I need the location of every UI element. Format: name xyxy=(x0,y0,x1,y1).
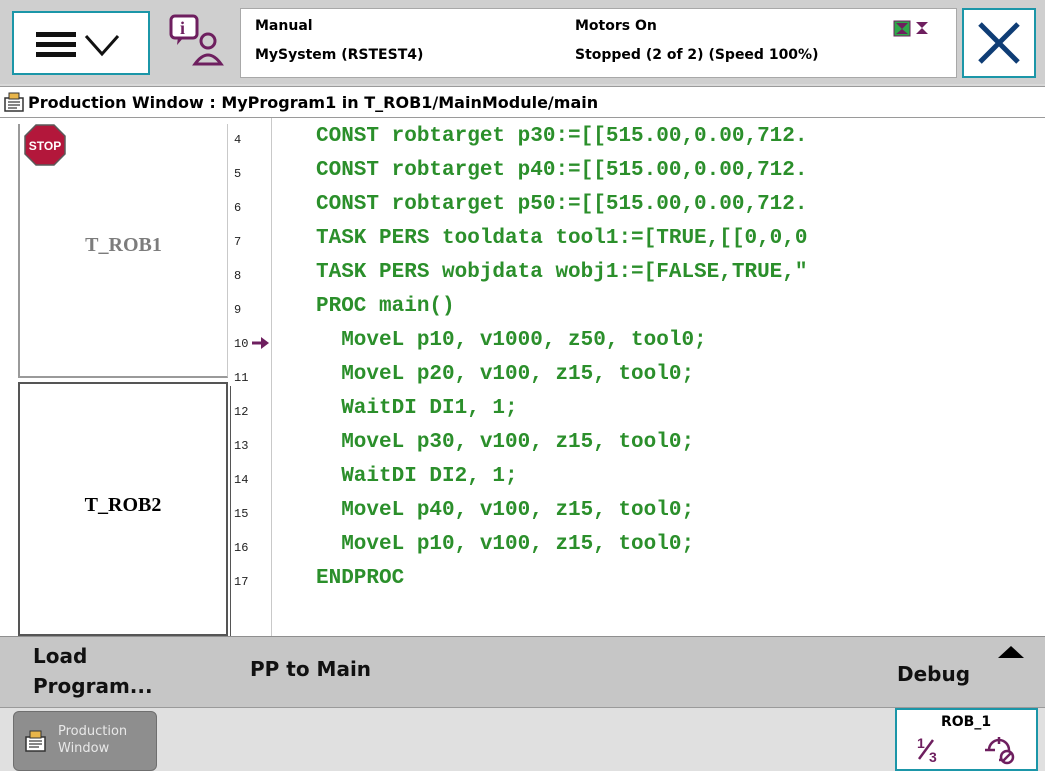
code-text: CONST robtarget p30:=[[515.00,0.00,712. xyxy=(316,125,808,148)
program-pointer-arrow-icon xyxy=(252,337,269,349)
taskbar-app-label-line: Production xyxy=(58,724,128,739)
taskbar-app-label-line: Window xyxy=(58,741,110,756)
code-editor[interactable]: 4 CONST robtarget p30:=[[515.00,0.00,712… xyxy=(230,118,1045,636)
load-program-button[interactable]: Load Program... xyxy=(33,641,183,701)
line-number: 4 xyxy=(234,133,242,147)
production-window-icon xyxy=(25,730,46,752)
code-text: ENDPROC xyxy=(316,567,405,590)
code-text: MoveL p20, v100, z15, tool0; xyxy=(316,363,695,386)
production-window-taskbar-button[interactable]: Production Window xyxy=(13,711,157,771)
code-line[interactable]: 15 MoveL p40, v100, z15, tool0; xyxy=(230,496,1045,530)
code-line[interactable]: 13 MoveL p30, v100, z15, tool0; xyxy=(230,428,1045,462)
stop-icon: STOP xyxy=(24,124,66,166)
code-text: MoveL p30, v100, z15, tool0; xyxy=(316,431,695,454)
line-number: 12 xyxy=(234,405,249,419)
task-label: T_ROB2 xyxy=(84,494,162,516)
chevron-down-icon xyxy=(84,35,120,57)
line-number: 7 xyxy=(234,235,242,249)
svg-text:3: 3 xyxy=(929,749,937,764)
line-number: 5 xyxy=(234,167,242,181)
taskbar-app-label: Production Window xyxy=(58,723,127,757)
system-name: MySystem (RSTEST4) xyxy=(255,47,424,63)
main-menu-button[interactable] xyxy=(12,11,150,75)
operating-mode: Manual xyxy=(255,18,313,34)
task-list: T_ROB1 T_ROB2 xyxy=(0,118,230,636)
window-title: Production Window : MyProgram1 in T_ROB1… xyxy=(28,93,599,112)
code-text: MoveL p10, v1000, z50, tool0; xyxy=(316,329,707,352)
tool-frame-icon xyxy=(985,737,1015,765)
code-text: CONST robtarget p40:=[[515.00,0.00,712. xyxy=(316,159,808,182)
taskbar: Production Window ROB_1 1 3 xyxy=(0,708,1045,771)
code-line[interactable]: 4 CONST robtarget p30:=[[515.00,0.00,712… xyxy=(230,122,1045,156)
task-t-rob2[interactable]: T_ROB2 xyxy=(18,382,228,636)
svg-text:i: i xyxy=(180,18,185,38)
code-line[interactable]: 6 CONST robtarget p50:=[[515.00,0.00,712… xyxy=(230,190,1045,224)
pp-to-main-button[interactable]: PP to Main xyxy=(250,657,371,681)
increment-fraction-icon: 1 3 xyxy=(917,735,937,764)
code-line[interactable]: 14 WaitDI DI2, 1; xyxy=(230,462,1045,496)
status-panel[interactable]: Manual MySystem (RSTEST4) Motors On Stop… xyxy=(240,8,957,78)
command-bar: Load Program... PP to Main Debug xyxy=(0,636,1045,708)
line-number: 8 xyxy=(234,269,242,283)
mechanical-unit-label: ROB_1 xyxy=(941,714,992,730)
code-line[interactable]: 9 PROC main() xyxy=(230,292,1045,326)
code-line[interactable]: 12 WaitDI DI1, 1; xyxy=(230,394,1045,428)
line-number: 11 xyxy=(234,371,249,385)
code-text: MoveL p10, v100, z15, tool0; xyxy=(316,533,695,556)
window-title-bar: Production Window : MyProgram1 in T_ROB1… xyxy=(0,86,1045,118)
event-log-icon: i xyxy=(169,14,224,66)
code-line[interactable]: 7 TASK PERS tooldata tool1:=[TRUE,[[0,0,… xyxy=(230,224,1045,258)
line-number: 15 xyxy=(234,507,249,521)
close-button[interactable] xyxy=(962,8,1036,78)
code-line-program-pointer[interactable]: 10 MoveL p10, v1000, z50, tool0; xyxy=(230,326,1045,360)
line-number: 10 xyxy=(234,337,249,351)
code-line[interactable]: 16 MoveL p10, v100, z15, tool0; xyxy=(230,530,1045,564)
line-number: 16 xyxy=(234,541,249,555)
close-icon xyxy=(978,22,1020,64)
code-line[interactable]: 17 ENDPROC xyxy=(230,564,1045,598)
production-window-icon xyxy=(4,92,24,112)
line-number: 6 xyxy=(234,201,242,215)
line-number: 14 xyxy=(234,473,249,487)
line-number: 17 xyxy=(234,575,249,589)
motors-state: Motors On xyxy=(575,18,657,34)
code-text: TASK PERS tooldata tool1:=[TRUE,[[0,0,0 xyxy=(316,227,808,250)
code-line[interactable]: 11 MoveL p20, v100, z15, tool0; xyxy=(230,360,1045,394)
code-line[interactable]: 8 TASK PERS wobjdata wobj1:=[FALSE,TRUE,… xyxy=(230,258,1045,292)
code-text: CONST robtarget p50:=[[515.00,0.00,712. xyxy=(316,193,808,216)
svg-text:STOP: STOP xyxy=(29,139,61,153)
code-text: MoveL p40, v100, z15, tool0; xyxy=(316,499,695,522)
code-text: WaitDI DI2, 1; xyxy=(316,465,518,488)
line-number: 13 xyxy=(234,439,249,453)
program-state: Stopped (2 of 2) (Speed 100%) xyxy=(575,47,819,63)
event-log-button[interactable]: i xyxy=(160,8,232,78)
code-text: WaitDI DI1, 1; xyxy=(316,397,518,420)
caret-up-icon xyxy=(998,646,1024,658)
svg-text:1: 1 xyxy=(917,735,925,751)
code-text: PROC main() xyxy=(316,295,455,318)
task-label: T_ROB1 xyxy=(85,234,162,256)
code-text: TASK PERS wobjdata wobj1:=[FALSE,TRUE," xyxy=(316,261,808,284)
code-line[interactable]: 5 CONST robtarget p40:=[[515.00,0.00,712… xyxy=(230,156,1045,190)
top-status-bar: i Manual MySystem (RSTEST4) Motors On St… xyxy=(0,0,1045,84)
hamburger-menu-icon xyxy=(36,32,120,57)
line-number: 9 xyxy=(234,303,242,317)
quickset-rob1-button[interactable]: ROB_1 1 3 xyxy=(895,708,1038,771)
debug-menu-button[interactable]: Debug xyxy=(897,662,970,686)
robot-status-icon xyxy=(893,20,928,37)
